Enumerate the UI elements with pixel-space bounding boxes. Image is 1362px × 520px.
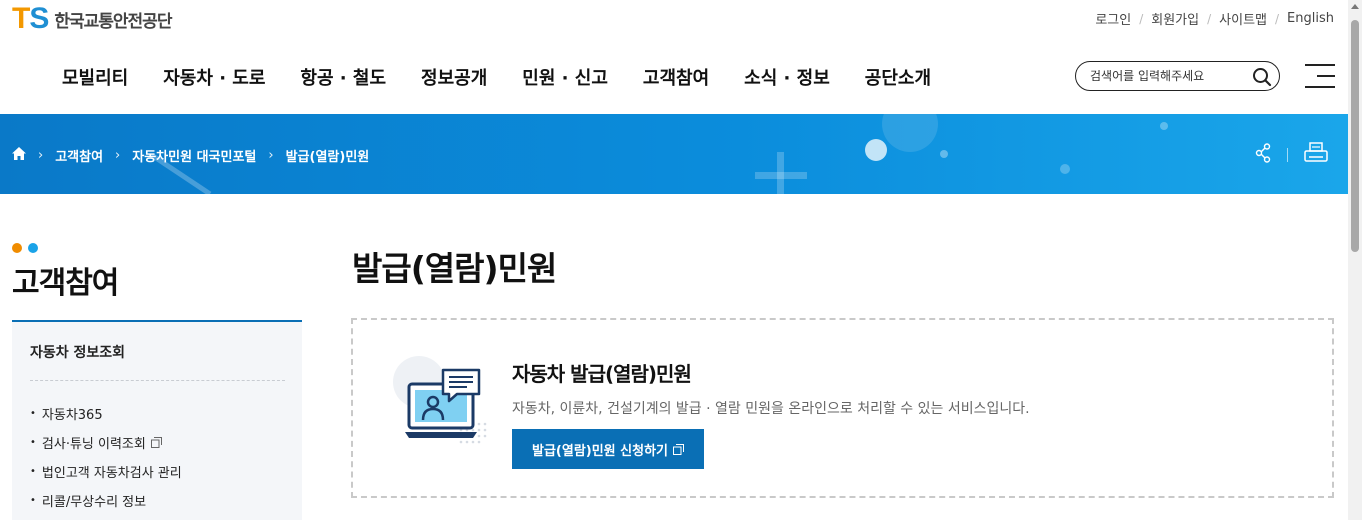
search-input[interactable] [1090, 69, 1250, 83]
bullet: • [30, 466, 36, 477]
login-link[interactable]: 로그인 [1095, 9, 1131, 28]
service-card: 자동차 발급(열람)민원 자동차, 이륜차, 건설기계의 발급 · 열람 민원을… [351, 318, 1334, 498]
sidebar-title: 고객참여 [12, 266, 119, 301]
service-card-inner: 자동차 발급(열람)민원 자동차, 이륜차, 건설기계의 발급 · 열람 민원을… [357, 324, 1328, 492]
bullet: • [30, 437, 36, 448]
breadcrumb-item[interactable]: 자동차민원 대국민포털 [132, 146, 256, 165]
page: TS 한국교통안전공단 로그인 / 회원가입 / 사이트맵 / English … [0, 0, 1362, 520]
nav-item-car-road[interactable]: 자동차 · 도로 [163, 64, 265, 90]
util-separator: / [1139, 11, 1144, 26]
nav-item-info-disclosure[interactable]: 정보공개 [421, 64, 487, 90]
nav-item-customer[interactable]: 고객참여 [643, 64, 709, 90]
menu-bar [1317, 75, 1335, 77]
nav-item-about[interactable]: 공단소개 [865, 64, 931, 90]
chevron-right-icon: › [38, 148, 44, 163]
dot-blue [28, 243, 38, 253]
band-decoration [1160, 122, 1168, 130]
sidebar-item-corporate-inspection[interactable]: • 법인고객 자동차검사 관리 [30, 462, 182, 481]
logo-mark: TS [12, 2, 49, 35]
card-title: 자동차 발급(열람)민원 [512, 362, 692, 386]
home-icon[interactable] [12, 147, 26, 164]
band-decoration [940, 150, 948, 158]
sitemap-link[interactable]: 사이트맵 [1219, 9, 1267, 28]
breadcrumb-band: › 고객참여 › 자동차민원 대국민포털 › 발급(열람)민원 [0, 114, 1348, 194]
band-decoration [1060, 164, 1070, 174]
chevron-right-icon: › [268, 148, 274, 163]
sidebar-item-label: 법인고객 자동차검사 관리 [41, 466, 182, 481]
util-separator: / [1207, 11, 1212, 26]
site-logo[interactable]: TS 한국교통안전공단 [12, 2, 172, 35]
sidebar-nav: 자동차 정보조회 • 자동차365 • 검사·튜닝 이력조회 • 법인고객 자동… [12, 320, 302, 520]
sidebar-item-label: 자동차365 [41, 408, 103, 423]
sidebar-item-car365[interactable]: • 자동차365 [30, 404, 103, 423]
band-decoration [882, 114, 938, 152]
menu-icon[interactable] [1301, 64, 1335, 90]
external-link-icon [673, 443, 685, 455]
signup-link[interactable]: 회원가입 [1151, 9, 1199, 28]
page-title: 발급(열람)민원 [352, 249, 557, 288]
nav-item-air-rail[interactable]: 항공 · 철도 [300, 64, 386, 90]
util-separator: / [1275, 11, 1280, 26]
card-description: 자동차, 이륜차, 건설기계의 발급 · 열람 민원을 온라인으로 처리할 수 … [512, 401, 1030, 417]
sidebar-divider [30, 380, 285, 381]
breadcrumb: › 고객참여 › 자동차민원 대국민포털 › 발급(열람)민원 [12, 146, 369, 165]
scrollbar-thumb[interactable] [1351, 20, 1359, 252]
title-dots [12, 243, 44, 253]
chevron-right-icon: › [115, 148, 121, 163]
nav-item-news[interactable]: 소식 · 정보 [744, 64, 830, 90]
sidebar-item-recall-info[interactable]: • 리콜/무상수리 정보 [30, 491, 146, 510]
share-icon[interactable] [1255, 143, 1271, 167]
breadcrumb-item[interactable]: 고객참여 [55, 146, 103, 165]
bullet: • [30, 495, 36, 506]
sidebar-section-title[interactable]: 자동차 정보조회 [30, 342, 125, 362]
english-link[interactable]: English [1287, 11, 1334, 26]
sidebar-item-label: 리콜/무상수리 정보 [41, 495, 147, 510]
nav-item-civil-report[interactable]: 민원 · 신고 [522, 64, 608, 90]
search-icon[interactable] [1251, 66, 1273, 88]
print-icon[interactable] [1304, 142, 1328, 168]
logo-text: 한국교통안전공단 [54, 11, 172, 32]
sidebar-item-inspection-history[interactable]: • 검사·튜닝 이력조회 [30, 433, 162, 452]
nav-item-mobility[interactable]: 모빌리티 [62, 64, 128, 90]
breadcrumb-current[interactable]: 발급(열람)민원 [286, 146, 370, 165]
menu-bar [1305, 64, 1335, 66]
scroll-up-arrow-icon[interactable] [1351, 4, 1359, 9]
page-tools [1255, 142, 1328, 168]
dot-orange [12, 243, 22, 253]
online-service-icon [393, 356, 487, 444]
utility-nav: 로그인 / 회원가입 / 사이트맵 / English [1095, 9, 1334, 28]
band-decoration [865, 139, 887, 161]
bullet: • [30, 408, 36, 419]
search-box [1075, 61, 1280, 91]
band-decoration [755, 152, 807, 194]
main-nav: 모빌리티 자동차 · 도로 항공 · 철도 정보공개 민원 · 신고 고객참여 … [62, 64, 966, 90]
tools-divider [1287, 148, 1288, 162]
apply-button-label: 발급(열람)민원 신청하기 [532, 443, 669, 459]
external-link-icon [150, 437, 162, 448]
apply-button[interactable]: 발급(열람)민원 신청하기 [512, 429, 705, 469]
sidebar-item-label: 검사·튜닝 이력조회 [41, 437, 146, 452]
menu-bar [1305, 86, 1335, 88]
